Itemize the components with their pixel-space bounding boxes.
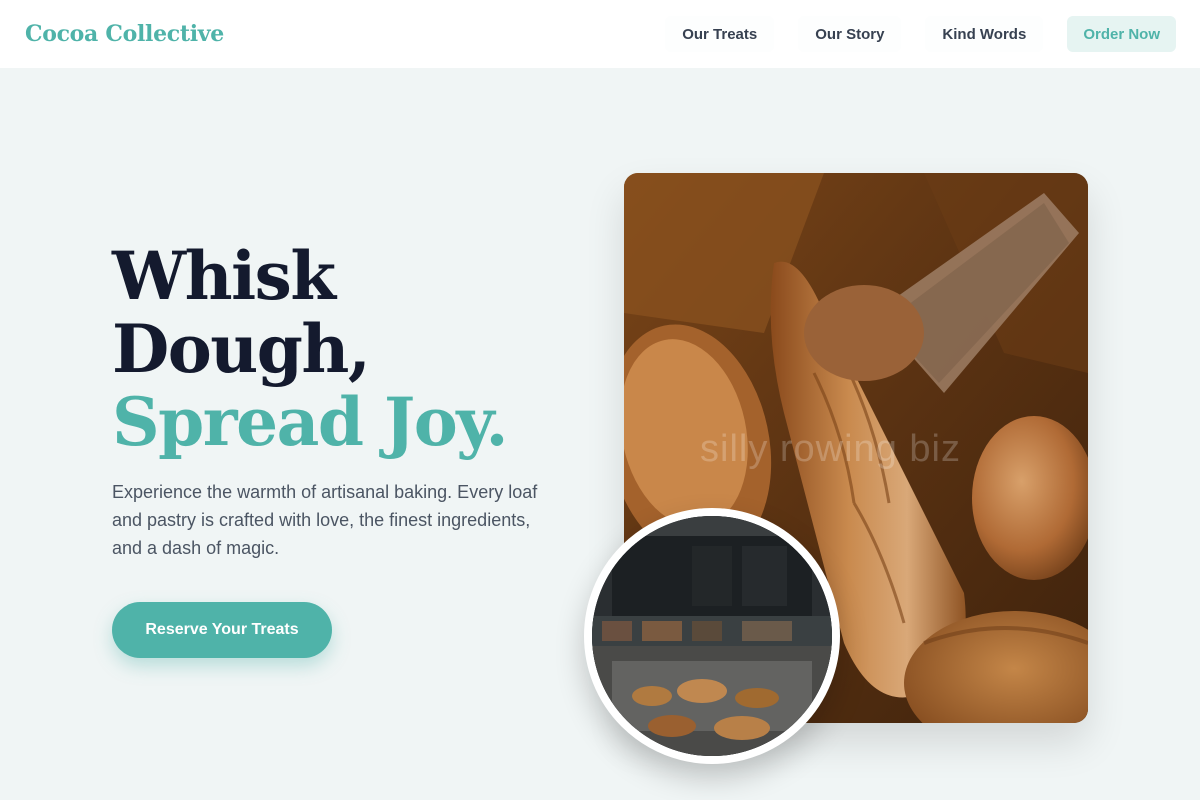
hero-title-line-1: Whisk <box>112 237 336 315</box>
top-navbar: Cocoa Collective Our Treats Our Story Ki… <box>0 0 1200 68</box>
hero-title-line-2: Dough, <box>112 310 371 388</box>
hero-title-accent: Spread Joy. <box>112 383 508 461</box>
bakery-interior-illustration <box>592 516 832 756</box>
nav-link-our-story[interactable]: Our Story <box>798 16 902 52</box>
nav-link-kind-words[interactable]: Kind Words <box>925 16 1044 52</box>
nav-links: Our Treats Our Story Kind Words Order No… <box>665 16 1176 52</box>
bakery-interior-image <box>584 508 840 764</box>
order-now-button[interactable]: Order Now <box>1067 16 1176 52</box>
hero-title: Whisk Dough, Spread Joy. <box>112 237 508 461</box>
brand-logo[interactable]: Cocoa Collective <box>25 21 224 47</box>
hero-description: Experience the warmth of artisanal bakin… <box>112 482 538 558</box>
nav-link-our-treats[interactable]: Our Treats <box>665 16 775 52</box>
reserve-treats-button[interactable]: Reserve Your Treats <box>112 602 332 658</box>
image-watermark: silly rowing biz <box>700 428 961 470</box>
